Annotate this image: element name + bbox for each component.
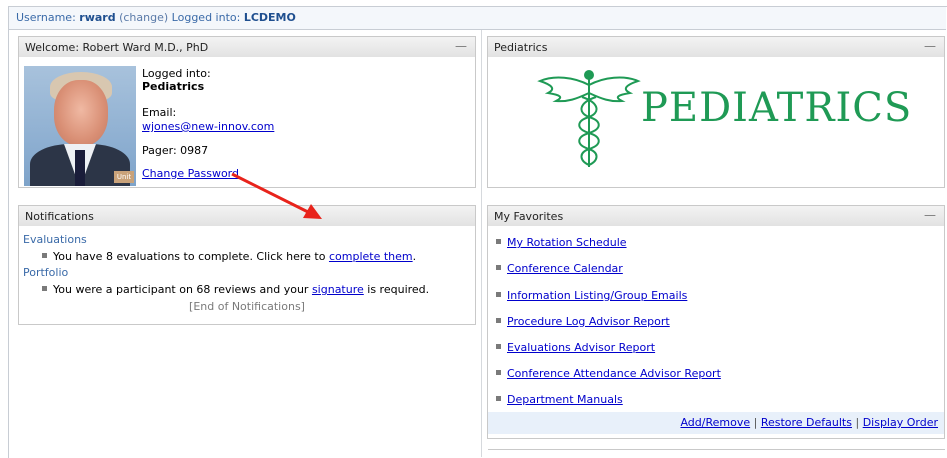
annotation-arrow-icon bbox=[231, 172, 322, 219]
